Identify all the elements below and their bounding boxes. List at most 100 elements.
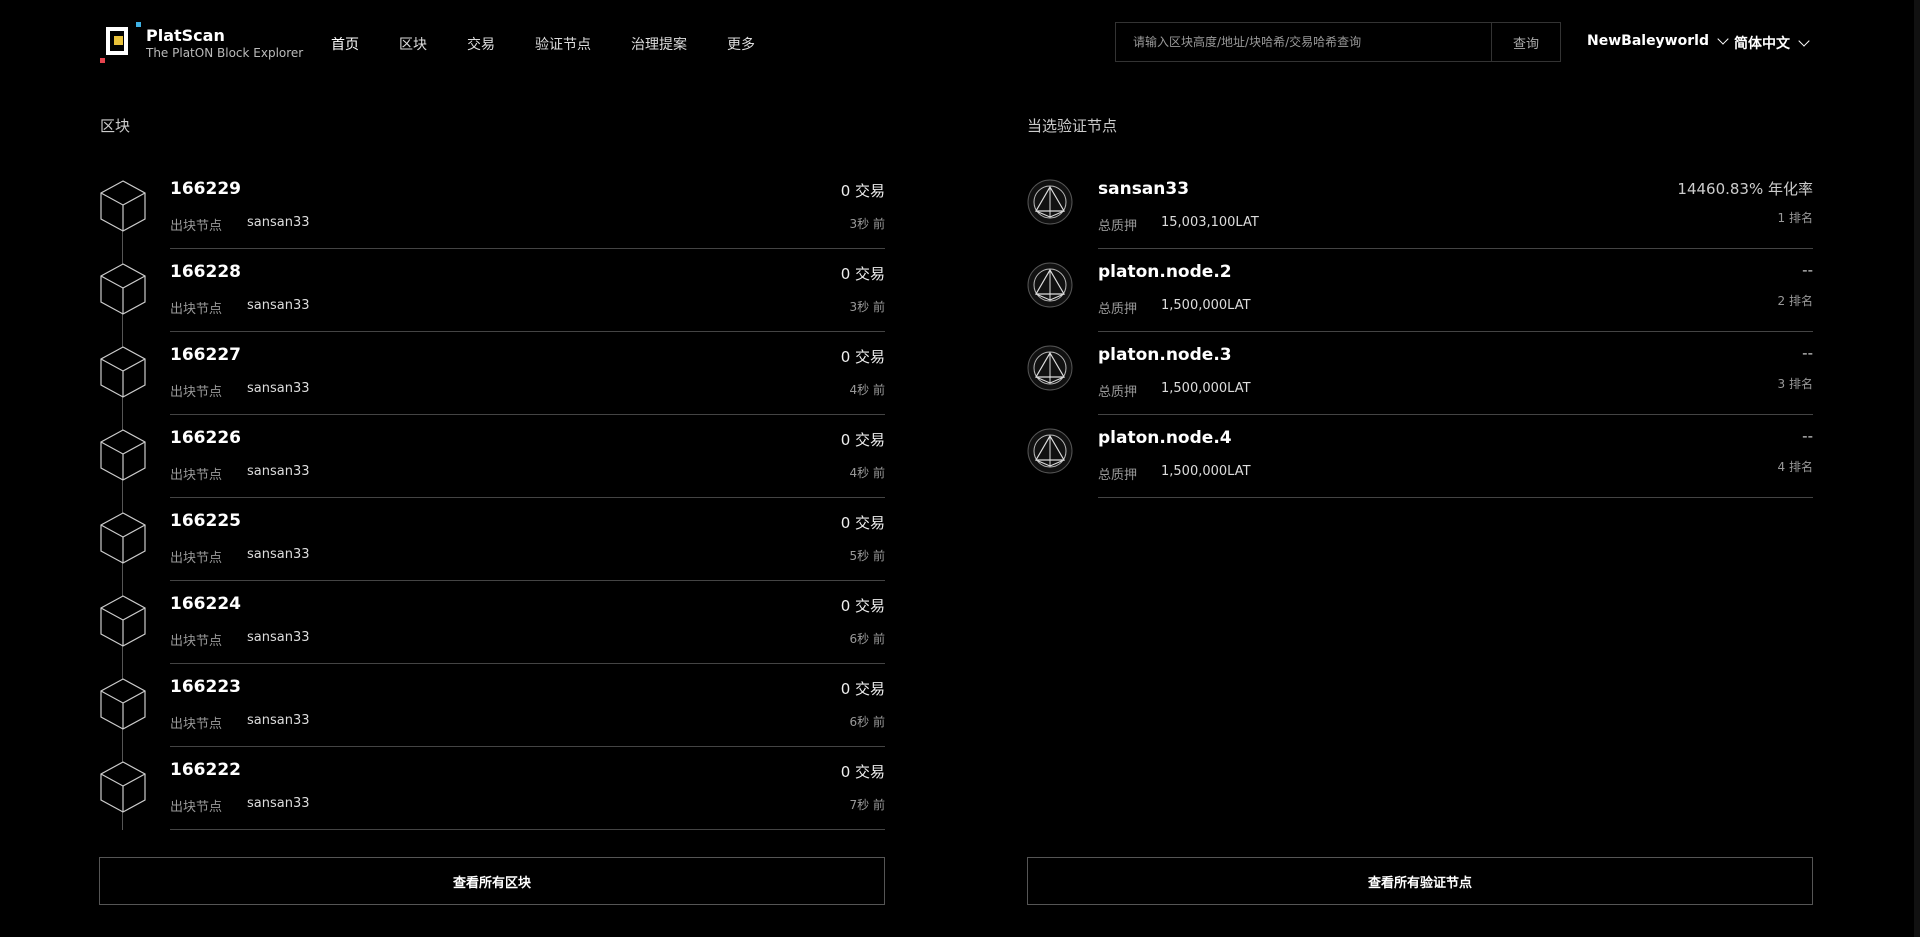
search-button[interactable]: 查询	[1491, 23, 1560, 61]
chevron-down-icon	[1717, 33, 1729, 45]
block-age: 6秒 前	[849, 632, 885, 646]
producer-label: 出块节点	[170, 551, 223, 566]
logo[interactable]: PlatScan The PlatON Block Explorer	[100, 22, 303, 64]
nav-validators[interactable]: 验证节点	[535, 34, 591, 54]
producer-label: 出块节点	[170, 717, 223, 732]
stake-label: 总质押	[1098, 468, 1138, 483]
node-avatar-icon	[1027, 428, 1073, 474]
nav-governance[interactable]: 治理提案	[631, 34, 687, 54]
validator-name[interactable]: sansan33	[1098, 179, 1189, 199]
nav-more[interactable]: 更多	[727, 34, 755, 54]
producer-label: 出块节点	[170, 219, 223, 234]
block-row[interactable]: 166223 出块节点 sansan33 0 交易 6秒 前	[100, 664, 885, 747]
block-number[interactable]: 166227	[170, 345, 241, 365]
validator-row[interactable]: platon.node.2 总质押 1,500,000LAT -- 2 排名	[1027, 249, 1813, 332]
validator-rank: 2 排名	[1777, 294, 1813, 308]
platscan-logo-icon	[100, 22, 141, 64]
block-number[interactable]: 166224	[170, 594, 241, 614]
producer-name[interactable]: sansan33	[247, 464, 310, 479]
validator-name[interactable]: platon.node.3	[1098, 345, 1232, 365]
block-row[interactable]: 166225 出块节点 sansan33 0 交易 5秒 前	[100, 498, 885, 581]
block-row[interactable]: 166229 出块节点 sansan33 0 交易 3秒 前	[100, 166, 885, 249]
block-age: 3秒 前	[849, 300, 885, 314]
validator-rank: 1 排名	[1777, 211, 1813, 225]
block-row[interactable]: 166227 出块节点 sansan33 0 交易 4秒 前	[100, 332, 885, 415]
search-input[interactable]	[1116, 23, 1491, 61]
view-all-blocks-button[interactable]: 查看所有区块	[99, 857, 885, 905]
stake-value: 1,500,000LAT	[1161, 381, 1251, 396]
node-avatar-icon	[1027, 345, 1073, 391]
tx-count: 0 交易	[840, 514, 885, 532]
search-bar: 查询	[1115, 22, 1561, 62]
validator-row[interactable]: platon.node.3 总质押 1,500,000LAT -- 3 排名	[1027, 332, 1813, 415]
nav-transactions[interactable]: 交易	[467, 34, 495, 54]
block-age: 7秒 前	[849, 798, 885, 812]
stake-label: 总质押	[1098, 219, 1138, 234]
producer-label: 出块节点	[170, 385, 223, 400]
block-age: 3秒 前	[849, 217, 885, 231]
main-nav: 首页 区块 交易 验证节点 治理提案 更多	[331, 34, 795, 54]
block-number[interactable]: 166225	[170, 511, 241, 531]
block-number[interactable]: 166226	[170, 428, 241, 448]
tx-count: 0 交易	[840, 182, 885, 200]
producer-label: 出块节点	[170, 302, 223, 317]
producer-name[interactable]: sansan33	[247, 796, 310, 811]
producer-name[interactable]: sansan33	[247, 630, 310, 645]
block-row[interactable]: 166226 出块节点 sansan33 0 交易 4秒 前	[100, 415, 885, 498]
block-age: 6秒 前	[849, 715, 885, 729]
stake-value: 1,500,000LAT	[1161, 464, 1251, 479]
producer-name[interactable]: sansan33	[247, 298, 310, 313]
block-row[interactable]: 166222 出块节点 sansan33 0 交易 7秒 前	[100, 747, 885, 830]
validator-row[interactable]: platon.node.4 总质押 1,500,000LAT -- 4 排名	[1027, 415, 1813, 498]
network-dropdown[interactable]: NewBaleyworld	[1587, 33, 1729, 49]
tx-count: 0 交易	[840, 763, 885, 781]
producer-name[interactable]: sansan33	[247, 547, 310, 562]
language-dropdown[interactable]: 简体中文	[1734, 33, 1810, 53]
view-all-validators-button[interactable]: 查看所有验证节点	[1027, 857, 1813, 905]
validator-rank: 4 排名	[1777, 460, 1813, 474]
chevron-down-icon	[1798, 35, 1810, 47]
tx-count: 0 交易	[840, 348, 885, 366]
brand-subtitle: The PlatON Block Explorer	[146, 45, 304, 60]
nav-blocks[interactable]: 区块	[399, 34, 427, 54]
cube-icon	[100, 346, 146, 398]
validators-section-title: 当选验证节点	[1027, 117, 1118, 135]
stake-label: 总质押	[1098, 385, 1138, 400]
nav-home[interactable]: 首页	[331, 34, 359, 54]
scrollbar[interactable]	[1914, 0, 1920, 937]
node-avatar-icon	[1027, 179, 1073, 225]
tx-count: 0 交易	[840, 597, 885, 615]
block-number[interactable]: 166222	[170, 760, 241, 780]
block-age: 4秒 前	[849, 383, 885, 397]
header: PlatScan The PlatON Block Explorer 首页 区块…	[0, 0, 1920, 90]
cube-icon	[100, 678, 146, 730]
producer-name[interactable]: sansan33	[247, 381, 310, 396]
validator-name[interactable]: platon.node.4	[1098, 428, 1232, 448]
cube-icon	[100, 180, 146, 232]
block-row[interactable]: 166224 出块节点 sansan33 0 交易 6秒 前	[100, 581, 885, 664]
validator-list: sansan33 总质押 15,003,100LAT 14460.83% 年化率 1 排…	[1027, 166, 1813, 498]
validator-name[interactable]: platon.node.2	[1098, 262, 1232, 282]
network-label: NewBaleyworld	[1587, 33, 1709, 49]
block-number[interactable]: 166223	[170, 677, 241, 697]
block-age: 4秒 前	[849, 466, 885, 480]
stake-label: 总质押	[1098, 302, 1138, 317]
producer-label: 出块节点	[170, 634, 223, 649]
block-number[interactable]: 166229	[170, 179, 241, 199]
producer-label: 出块节点	[170, 800, 223, 815]
block-row[interactable]: 166228 出块节点 sansan33 0 交易 3秒 前	[100, 249, 885, 332]
annual-rate: --	[1802, 261, 1813, 279]
producer-name[interactable]: sansan33	[247, 713, 310, 728]
cube-icon	[100, 761, 146, 813]
brand-name: PlatScan	[146, 25, 225, 45]
cube-icon	[100, 512, 146, 564]
validator-row[interactable]: sansan33 总质押 15,003,100LAT 14460.83% 年化率 1 排…	[1027, 166, 1813, 249]
cube-icon	[100, 595, 146, 647]
block-number[interactable]: 166228	[170, 262, 241, 282]
producer-name[interactable]: sansan33	[247, 215, 310, 230]
cube-icon	[100, 429, 146, 481]
tx-count: 0 交易	[840, 431, 885, 449]
stake-value: 1,500,000LAT	[1161, 298, 1251, 313]
node-avatar-icon	[1027, 262, 1073, 308]
block-list: 166229 出块节点 sansan33 0 交易 3秒 前 166228 出块节点 sans…	[100, 166, 885, 830]
